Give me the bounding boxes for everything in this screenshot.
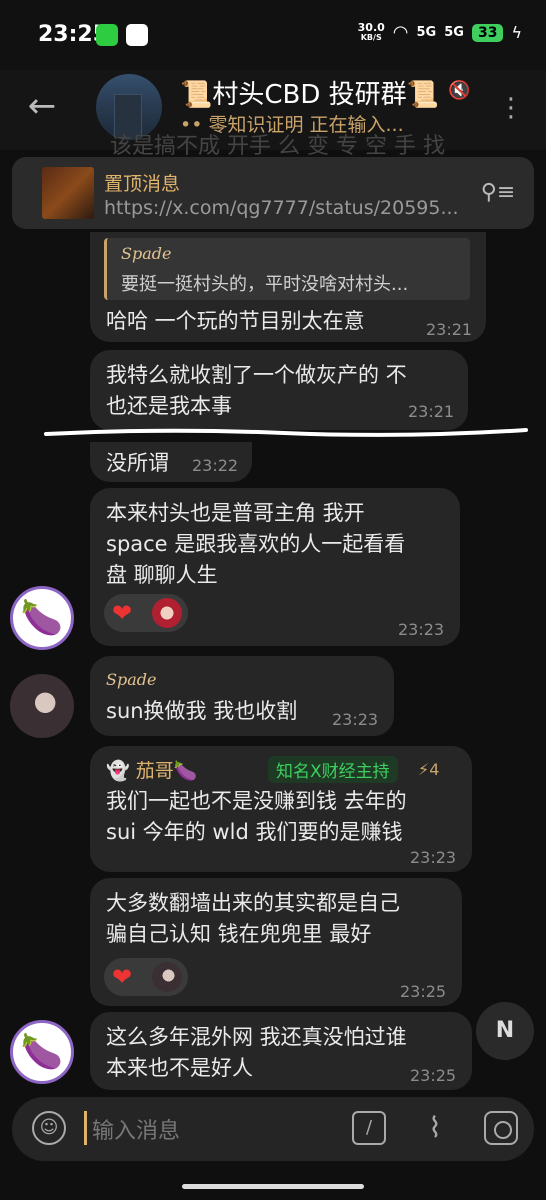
message-bubble[interactable]: Spade sun换做我 我也收割 23:23 xyxy=(90,656,394,736)
message-text-line: 我特么就收割了一个做灰产的 不 xyxy=(106,363,407,387)
home-indicator[interactable] xyxy=(182,1184,364,1189)
eggplant-avatar[interactable]: 🍆 xyxy=(10,586,74,650)
sender-name[interactable]: 👻 茄哥🍆 xyxy=(106,756,197,783)
message-bubble[interactable]: 👻 茄哥🍆 知名X财经主持 ⚡4 我们一起也不是没赚到钱 去年的 sui 今年的… xyxy=(90,746,472,872)
reply-sender: Spade xyxy=(121,244,172,263)
reply-sender[interactable]: Spade xyxy=(106,670,156,689)
message-text-line: 本来也不是好人 xyxy=(106,1056,253,1080)
message-bubble[interactable]: 大多数翻墙出来的其实都是自己 骗自己认知 钱在兜兜里 最好 ❤ 23:25 xyxy=(90,878,462,1006)
message-text-line: space 是跟我喜欢的人一起看看 xyxy=(106,532,406,556)
camera-icon[interactable] xyxy=(484,1111,518,1145)
pin-list-icon[interactable]: ⚲≡ xyxy=(478,175,518,211)
pinned-link[interactable]: https://x.com/qg7777/status/20595... xyxy=(104,197,476,219)
sender-rank: ⚡4 xyxy=(418,760,440,779)
message-text-line: 盘 聊聊人生 xyxy=(106,563,218,587)
group-title[interactable]: 📜村头CBD 投研群📜 xyxy=(180,74,439,111)
battery-level: 33 xyxy=(471,23,504,42)
message-time: 23:25 xyxy=(410,1066,457,1085)
smile-icon[interactable]: ☺ xyxy=(32,1111,66,1145)
message-time: 23:23 xyxy=(398,620,445,639)
charging-icon: ϟ xyxy=(511,23,522,42)
drawn-underline xyxy=(44,428,528,437)
message-time: 23:23 xyxy=(410,848,457,867)
message-time: 23:25 xyxy=(400,982,447,1001)
text-cursor xyxy=(84,1111,87,1145)
heart-icon: ❤ xyxy=(112,963,133,991)
network-speed-value: 30.0 xyxy=(357,20,385,34)
back-arrow-icon[interactable]: ← xyxy=(22,88,62,128)
message-text: sun换做我 我也收割 xyxy=(106,699,298,723)
message-time: 23:21 xyxy=(426,320,473,339)
reactor-avatar xyxy=(152,598,182,628)
message-bubble[interactable]: 我特么就收割了一个做灰产的 不 也还是我本事 23:21 xyxy=(90,350,468,430)
reaction-pill[interactable]: ❤ xyxy=(104,958,188,996)
message-text-line: sui 今年的 wld 我们要的是赚钱 xyxy=(106,820,403,844)
network-speed-unit: KB/S xyxy=(360,32,382,42)
message-bubble[interactable]: 没所谓 23:22 xyxy=(90,442,252,482)
pinned-label: 置顶消息 xyxy=(104,173,181,195)
more-vertical-icon[interactable]: ⋮ xyxy=(498,88,524,128)
pinned-message-bar[interactable]: 置顶消息 https://x.com/qg7777/status/20595..… xyxy=(12,157,534,229)
floating-app-icon[interactable]: N xyxy=(476,1002,534,1060)
message-text-line: 这么多年混外网 我还真没怕过谁 xyxy=(106,1025,407,1049)
reactor-avatar xyxy=(152,962,182,992)
scrolled-message-fragment: 该是搞不成 开手 么 变 专 空 手 找 xyxy=(110,134,445,159)
message-text-line: 我们一起也不是没赚到钱 去年的 xyxy=(106,789,407,813)
message-input[interactable]: 输入消息 xyxy=(92,1113,180,1145)
paperclip-icon[interactable]: ⌇ xyxy=(418,1109,452,1147)
status-bar: 23:25 30.0 KB/S ◠ 5G 5G 33 ϟ xyxy=(0,0,546,70)
network-speed: 30.0 KB/S xyxy=(357,20,385,43)
message-text-line: 也还是我本事 xyxy=(106,394,232,418)
message-bubble[interactable]: 本来村头也是普哥主角 我开 space 是跟我喜欢的人一起看看 盘 聊聊人生 ❤… xyxy=(90,488,460,646)
user-avatar[interactable] xyxy=(10,674,74,738)
pinned-thumbnail xyxy=(42,167,94,219)
sender-tag: 知名X财经主持 xyxy=(268,756,398,783)
message-time: 23:21 xyxy=(408,402,455,421)
status-indicators: 30.0 KB/S ◠ 5G 5G 33 ϟ xyxy=(357,20,522,44)
message-text-line: 骗自己认知 钱在兜兜里 最好 xyxy=(106,922,372,946)
reaction-pill[interactable]: ❤ xyxy=(104,594,188,632)
message-bubble[interactable]: 这么多年混外网 我还真没怕过谁 本来也不是好人 23:25 xyxy=(90,1012,472,1090)
message-bubble[interactable]: Spade 要挺一挺村头的，平时没啥对村头... 哈哈 一个玩的节目别太在意 2… xyxy=(90,232,486,342)
signal-1: 5G xyxy=(416,25,437,40)
message-text: 没所谓 xyxy=(106,451,169,475)
message-time: 23:23 xyxy=(332,710,379,729)
mute-icon: 🔇 xyxy=(448,80,471,101)
signal-2: 5G xyxy=(444,25,464,40)
app-notification-icon xyxy=(126,24,148,46)
slash-icon[interactable]: / xyxy=(352,1111,386,1145)
reply-quote[interactable]: Spade 要挺一挺村头的，平时没啥对村头... xyxy=(104,238,470,300)
message-text: 哈哈 一个玩的节目别太在意 xyxy=(106,309,365,333)
message-time: 23:22 xyxy=(192,456,239,475)
wifi-icon: ◠ xyxy=(392,22,409,43)
eggplant-avatar[interactable]: 🍆 xyxy=(10,1020,74,1084)
heart-icon: ❤ xyxy=(112,599,133,627)
wechat-icon xyxy=(96,24,118,46)
reply-text: 要挺一挺村头的，平时没啥对村头... xyxy=(121,274,409,295)
message-text-line: 大多数翻墙出来的其实都是自己 xyxy=(106,891,400,915)
message-text-line: 本来村头也是普哥主角 我开 xyxy=(106,501,365,525)
message-input-bar: ☺ 输入消息 / ⌇ xyxy=(12,1097,534,1161)
